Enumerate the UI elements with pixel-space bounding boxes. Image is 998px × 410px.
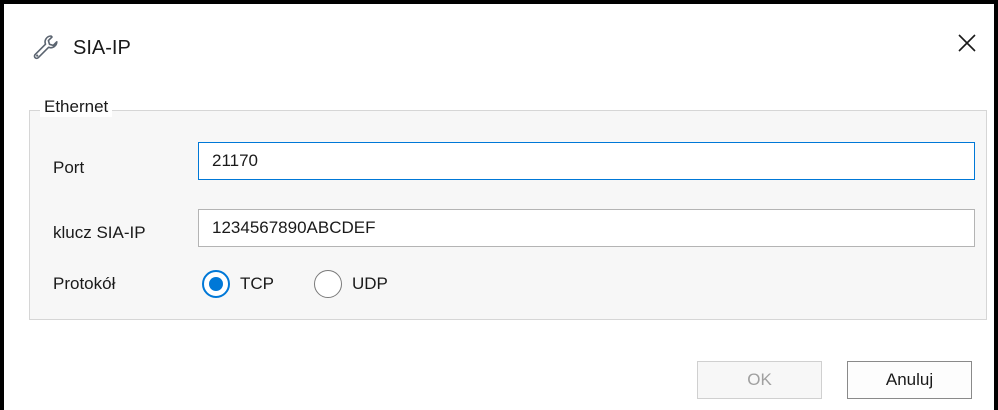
close-button[interactable] [950, 28, 984, 62]
title-bar: SIA-IP [4, 4, 994, 82]
radio-unchecked-icon [314, 270, 342, 298]
radio-checked-icon [202, 270, 230, 298]
close-icon [957, 33, 977, 58]
sia-ip-key-label: klucz SIA-IP [53, 223, 146, 242]
ethernet-group-title: Ethernet [40, 97, 113, 117]
ethernet-groupbox: Ethernet Port klucz SIA-IP Protokół TCP … [29, 97, 987, 320]
ok-button[interactable]: OK [697, 361, 822, 399]
protocol-tcp-label: TCP [240, 274, 274, 293]
cancel-button[interactable]: Anuluj [847, 361, 972, 399]
port-input[interactable] [198, 142, 975, 180]
protocol-tcp-radio[interactable]: TCP [202, 270, 274, 298]
sia-ip-dialog: SIA-IP Ethernet Port klucz SIA-IP Protok… [0, 0, 998, 410]
protocol-label: Protokół [53, 274, 116, 293]
protocol-udp-radio[interactable]: UDP [314, 270, 388, 298]
wrench-icon [30, 32, 60, 62]
port-label: Port [53, 158, 85, 177]
protocol-udp-label: UDP [352, 274, 388, 293]
window-title: SIA-IP [73, 37, 131, 59]
sia-ip-key-input[interactable] [198, 209, 975, 247]
